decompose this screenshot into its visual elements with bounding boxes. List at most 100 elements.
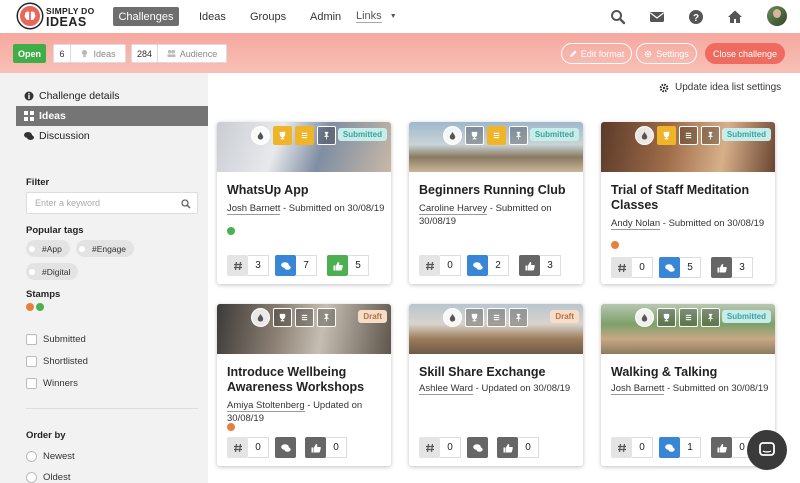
checkbox[interactable] <box>26 378 37 389</box>
votes-count[interactable]: 5 <box>327 255 369 276</box>
list-icon[interactable] <box>679 126 698 145</box>
tag-engage[interactable]: #Engage <box>76 240 135 257</box>
nav-links-dropdown[interactable]: Links ▼ <box>356 7 397 26</box>
idea-title[interactable]: Introduce Wellbeing Awareness Workshops <box>227 365 387 395</box>
ideas-count-button[interactable]: Ideas <box>71 44 126 63</box>
sidebar-item-ideas[interactable]: Ideas <box>16 106 208 126</box>
list-icon[interactable] <box>487 126 506 145</box>
votes-count[interactable]: 3 <box>519 255 561 276</box>
radio[interactable] <box>26 472 37 483</box>
trophy-icon[interactable] <box>657 126 676 145</box>
drop-icon[interactable] <box>635 126 654 145</box>
idea-title[interactable]: Beginners Running Club <box>419 183 579 198</box>
settings-button[interactable]: Settings <box>636 43 697 64</box>
tags-count[interactable]: 0 <box>227 437 269 458</box>
home-icon[interactable] <box>726 8 744 26</box>
trophy-icon[interactable] <box>465 126 484 145</box>
filter-shortlisted[interactable]: Shortlisted <box>26 356 88 367</box>
drop-icon[interactable] <box>251 126 270 145</box>
list-icon[interactable] <box>295 308 314 327</box>
checkbox-label: Submitted <box>43 334 86 345</box>
idea-title[interactable]: Walking & Talking <box>611 365 771 380</box>
trophy-icon[interactable] <box>273 308 292 327</box>
comments-count[interactable]: 5 <box>659 257 701 278</box>
pin-icon[interactable] <box>317 126 336 145</box>
pin-icon[interactable] <box>701 308 720 327</box>
keyword-search-input[interactable] <box>35 198 175 208</box>
votes-count[interactable]: 0 <box>305 437 347 458</box>
comments-count[interactable]: 1 <box>659 437 701 458</box>
stamp-orange[interactable] <box>26 303 34 311</box>
tags-count[interactable]: 0 <box>611 257 653 278</box>
stamp-green[interactable] <box>36 303 44 311</box>
idea-title[interactable]: Trial of Staff Meditation Classes <box>611 183 771 213</box>
close-challenge-button[interactable]: Close challenge <box>705 43 785 64</box>
idea-card[interactable]: Submitted Trial of Staff Meditation Clas… <box>601 122 775 284</box>
checkbox[interactable] <box>26 356 37 367</box>
mail-icon[interactable] <box>648 8 666 26</box>
comment-icon <box>659 257 680 278</box>
nav-challenges[interactable]: Challenges <box>113 7 179 26</box>
sidebar-item-discussion[interactable]: Discussion <box>16 126 208 146</box>
idea-card[interactable]: Submitted Beginners Running Club Carolin… <box>409 122 583 284</box>
idea-card[interactable]: Draft Introduce Wellbeing Awareness Work… <box>217 304 391 466</box>
list-icon[interactable] <box>679 308 698 327</box>
trophy-icon[interactable] <box>465 308 484 327</box>
list-icon[interactable] <box>487 308 506 327</box>
tags-count[interactable]: 0 <box>611 437 653 458</box>
radio[interactable] <box>26 451 37 462</box>
author-link[interactable]: Josh Barnett <box>227 203 281 215</box>
update-idea-list-settings[interactable]: Update idea list settings <box>659 82 781 93</box>
idea-card[interactable]: Draft Skill Share Exchange Ashlee Ward -… <box>409 304 583 466</box>
pin-icon[interactable] <box>509 126 528 145</box>
author-link[interactable]: Ashlee Ward <box>419 383 474 395</box>
status-badge: Submitted <box>337 128 387 141</box>
idea-title[interactable]: Skill Share Exchange <box>419 365 579 380</box>
pin-icon[interactable] <box>701 126 720 145</box>
sidebar-item-challenge-details[interactable]: Challenge details <box>16 86 208 106</box>
help-icon[interactable]: ? <box>687 8 705 26</box>
votes-count[interactable]: 0 <box>497 437 539 458</box>
chat-launcher-button[interactable] <box>747 430 787 470</box>
tag-digital[interactable]: #Digital <box>26 263 79 280</box>
author-link[interactable]: Amiya Stoltenberg <box>227 400 305 412</box>
author-link[interactable]: Andy Nolan <box>611 218 661 230</box>
edit-format-button[interactable]: Edit format <box>561 43 632 64</box>
nav-ideas[interactable]: Ideas <box>199 7 226 26</box>
brand-logo[interactable]: SIMPLY DO IDEAS <box>18 4 95 28</box>
tags-count[interactable]: 0 <box>419 255 461 276</box>
comments-count[interactable]: 7 <box>275 255 317 276</box>
author-link[interactable]: Josh Barnett <box>611 383 665 395</box>
nav-groups[interactable]: Groups <box>250 7 286 26</box>
order-newest[interactable]: Newest <box>26 451 75 462</box>
tag-app[interactable]: #App <box>26 240 70 257</box>
search-icon[interactable] <box>609 8 627 26</box>
tags-count[interactable]: 0 <box>419 437 461 458</box>
search-icon[interactable] <box>181 199 191 209</box>
trophy-icon[interactable] <box>657 308 676 327</box>
votes-count[interactable]: 3 <box>711 257 753 278</box>
filter-winners[interactable]: Winners <box>26 378 78 389</box>
comments-count[interactable] <box>275 437 296 458</box>
user-avatar[interactable] <box>767 6 787 26</box>
trophy-icon[interactable] <box>273 126 292 145</box>
nav-admin[interactable]: Admin <box>310 7 341 26</box>
drop-icon[interactable] <box>251 308 270 327</box>
pin-icon[interactable] <box>509 308 528 327</box>
drop-icon[interactable] <box>443 308 462 327</box>
audience-count-button[interactable]: Audience <box>158 44 227 63</box>
radio-label: Newest <box>43 451 75 462</box>
checkbox[interactable] <box>26 334 37 345</box>
comments-count[interactable] <box>467 437 488 458</box>
list-icon[interactable] <box>295 126 314 145</box>
idea-card[interactable]: Submitted WhatsUp App Josh Barnett - Sub… <box>217 122 391 284</box>
filter-submitted[interactable]: Submitted <box>26 334 86 345</box>
order-oldest[interactable]: Oldest <box>26 472 70 483</box>
drop-icon[interactable] <box>635 308 654 327</box>
idea-title[interactable]: WhatsUp App <box>227 183 387 198</box>
drop-icon[interactable] <box>443 126 462 145</box>
pin-icon[interactable] <box>317 308 336 327</box>
tags-count[interactable]: 3 <box>227 255 269 276</box>
comments-count[interactable]: 2 <box>467 255 509 276</box>
author-link[interactable]: Caroline Harvey <box>419 203 488 215</box>
